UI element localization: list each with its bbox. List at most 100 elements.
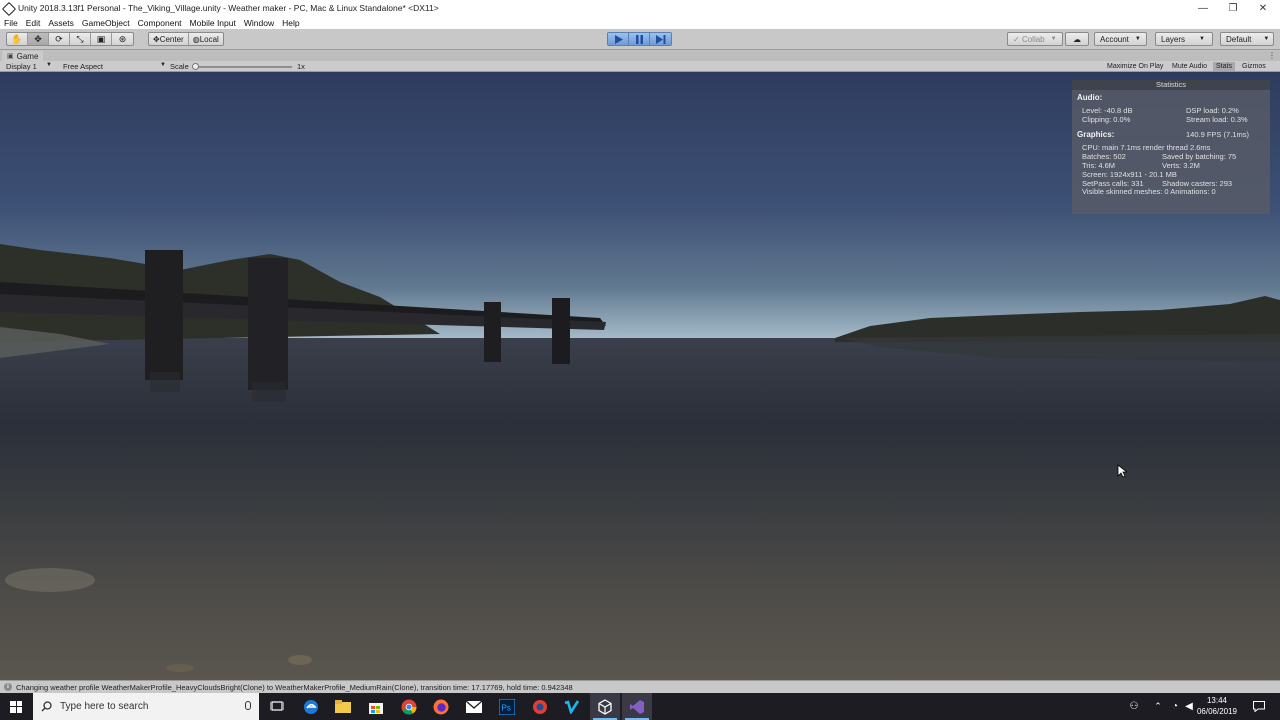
tray-show-hidden[interactable]: ⌃ (1152, 693, 1164, 720)
close-button[interactable]: ✕ (1248, 0, 1278, 16)
menu-window[interactable]: Window (244, 18, 274, 28)
start-button[interactable] (0, 693, 32, 720)
taskbar-unity[interactable] (590, 693, 620, 720)
audio-heading: Audio: (1077, 93, 1103, 102)
scale-tool-icon[interactable]: ⤡ (70, 33, 91, 45)
chevron-down-icon: ▼ (46, 62, 52, 68)
tab-game-label: Game (16, 51, 39, 61)
chrome-icon (401, 699, 417, 715)
play-icon (614, 34, 623, 44)
title-bar: Unity 2018.3.13f1 Personal - The_Viking_… (0, 0, 1280, 16)
folder-icon (335, 700, 351, 713)
account-dropdown[interactable]: Account ▼ (1094, 32, 1147, 46)
chevron-down-icon: ▼ (1199, 36, 1205, 42)
statistics-title: Statistics (1072, 80, 1270, 90)
step-button[interactable] (650, 33, 671, 45)
layers-dropdown[interactable]: Layers ▼ (1155, 32, 1213, 46)
skinned-meshes: Visible skinned meshes: 0 Animations: 0 (1082, 187, 1216, 196)
volume-icon: ◀ (1185, 701, 1193, 712)
menu-file[interactable]: File (4, 18, 18, 28)
menu-help[interactable]: Help (282, 18, 299, 28)
account-label: Account (1100, 34, 1129, 44)
taskbar-media-app[interactable] (525, 693, 555, 720)
minimize-button[interactable]: — (1188, 0, 1218, 16)
pivot-center-icon: ✥ (153, 34, 160, 44)
collab-label: Collab (1021, 34, 1045, 44)
gizmos-dropdown[interactable]: Gizmos (1239, 62, 1269, 71)
taskbar-firefox[interactable] (426, 693, 456, 720)
chevron-down-icon: ▼ (1134, 36, 1141, 42)
window-title: Unity 2018.3.13f1 Personal - The_Viking_… (18, 3, 439, 13)
main-toolbar: ✋ ✥ ⟳ ⤡ ▣ ⊛ ✥ Center ◍ Local ✓ Collab ▼ ☁ A… (0, 29, 1280, 50)
mail-icon (466, 700, 482, 713)
pivot-local-button[interactable]: ◍ Local (189, 33, 223, 45)
play-button[interactable] (608, 33, 629, 45)
menu-component[interactable]: Component (138, 18, 182, 28)
cpu-time: CPU: main 7.1ms render thread 2.6ms (1082, 143, 1211, 152)
move-tool-icon[interactable]: ✥ (28, 33, 49, 45)
visual-studio-icon (630, 699, 644, 714)
audio-level: Level: -40.8 dB (1082, 106, 1133, 115)
taskbar-visual-studio[interactable] (622, 693, 652, 720)
tab-menu-icon[interactable]: ⋮ (1268, 51, 1276, 60)
rect-tool-icon[interactable]: ▣ (91, 33, 112, 45)
transform-tool-icon[interactable]: ⊛ (112, 33, 133, 45)
menu-mobile-input[interactable]: Mobile Input (190, 18, 236, 28)
display-dropdown[interactable]: Display 1 (6, 62, 37, 71)
tray-people-button[interactable]: ⚇ (1126, 693, 1142, 720)
layout-dropdown[interactable]: Default ▼ (1220, 32, 1274, 46)
taskbar-edge[interactable] (296, 693, 326, 720)
graphics-heading: Graphics: (1077, 130, 1115, 139)
rotate-tool-icon[interactable]: ⟳ (49, 33, 70, 45)
collab-check-icon: ✓ (1013, 34, 1020, 44)
saved-by-batching: Saved by batching: 75 (1162, 152, 1237, 161)
gamepad-icon: ▣ (7, 53, 14, 60)
status-bar[interactable]: i Changing weather profile WeatherMakerP… (0, 680, 1280, 693)
mute-audio-toggle[interactable]: Mute Audio (1169, 62, 1210, 71)
menu-assets[interactable]: Assets (48, 18, 74, 28)
maximize-on-play-toggle[interactable]: Maximize On Play (1104, 62, 1166, 71)
taskbar-chrome[interactable] (394, 693, 424, 720)
tris: Tris: 4.6M (1082, 161, 1116, 170)
transform-tools: ✋ ✥ ⟳ ⤡ ▣ ⊛ (6, 32, 134, 46)
taskbar-search-box[interactable]: Type here to search (33, 693, 259, 720)
edge-icon (304, 699, 318, 714)
aspect-dropdown[interactable]: Free Aspect (63, 62, 103, 71)
scale-slider-thumb[interactable] (192, 63, 199, 70)
tray-network[interactable]: ◔ (1168, 693, 1182, 720)
menu-gameobject[interactable]: GameObject (82, 18, 130, 28)
taskbar-vimeo[interactable] (557, 693, 587, 720)
taskbar-file-explorer[interactable] (328, 693, 358, 720)
hand-tool-icon[interactable]: ✋ (7, 33, 28, 45)
scale-slider-track[interactable] (196, 66, 292, 68)
collab-dropdown[interactable]: ✓ Collab ▼ (1007, 32, 1063, 46)
pivot-toggles: ✥ Center ◍ Local (148, 32, 224, 46)
taskbar-clock[interactable]: 13:44 06/06/2019 (1194, 695, 1240, 717)
action-center-button[interactable] (1250, 693, 1268, 720)
layout-label: Default (1226, 34, 1252, 44)
taskbar-store[interactable] (361, 693, 391, 720)
scale-label: Scale (170, 62, 189, 71)
tab-game[interactable]: ▣ Game (2, 51, 44, 61)
info-icon: i (4, 683, 12, 691)
pivot-local-icon: ◍ (192, 34, 200, 44)
vimeo-icon (564, 699, 580, 714)
menu-edit[interactable]: Edit (26, 18, 41, 28)
pause-button[interactable] (629, 33, 650, 45)
taskbar-mail[interactable] (459, 693, 489, 720)
statistics-panel: Statistics Audio: Level: -40.8 dB DSP lo… (1072, 80, 1270, 214)
cloud-button[interactable]: ☁ (1065, 32, 1089, 46)
step-icon (655, 34, 665, 44)
taskbar-photoshop[interactable]: Ps (492, 693, 522, 720)
maximize-button[interactable]: ❐ (1218, 0, 1248, 16)
task-view-button[interactable] (262, 693, 292, 720)
fps-value: 140.9 FPS (7.1ms) (1186, 130, 1249, 139)
game-view-toolbar: Display 1 ▼ Free Aspect ▼ Scale 1x Maxim… (0, 61, 1280, 72)
pivot-center-button[interactable]: ✥ Center (149, 33, 189, 45)
pivot-local-label: Local (199, 34, 219, 44)
chevron-up-icon: ⌃ (1154, 701, 1162, 711)
unity-icon (598, 698, 612, 715)
microphone-icon[interactable] (245, 701, 251, 710)
cloud-icon: ☁ (1073, 34, 1081, 44)
stats-toggle[interactable]: Stats (1213, 62, 1235, 71)
